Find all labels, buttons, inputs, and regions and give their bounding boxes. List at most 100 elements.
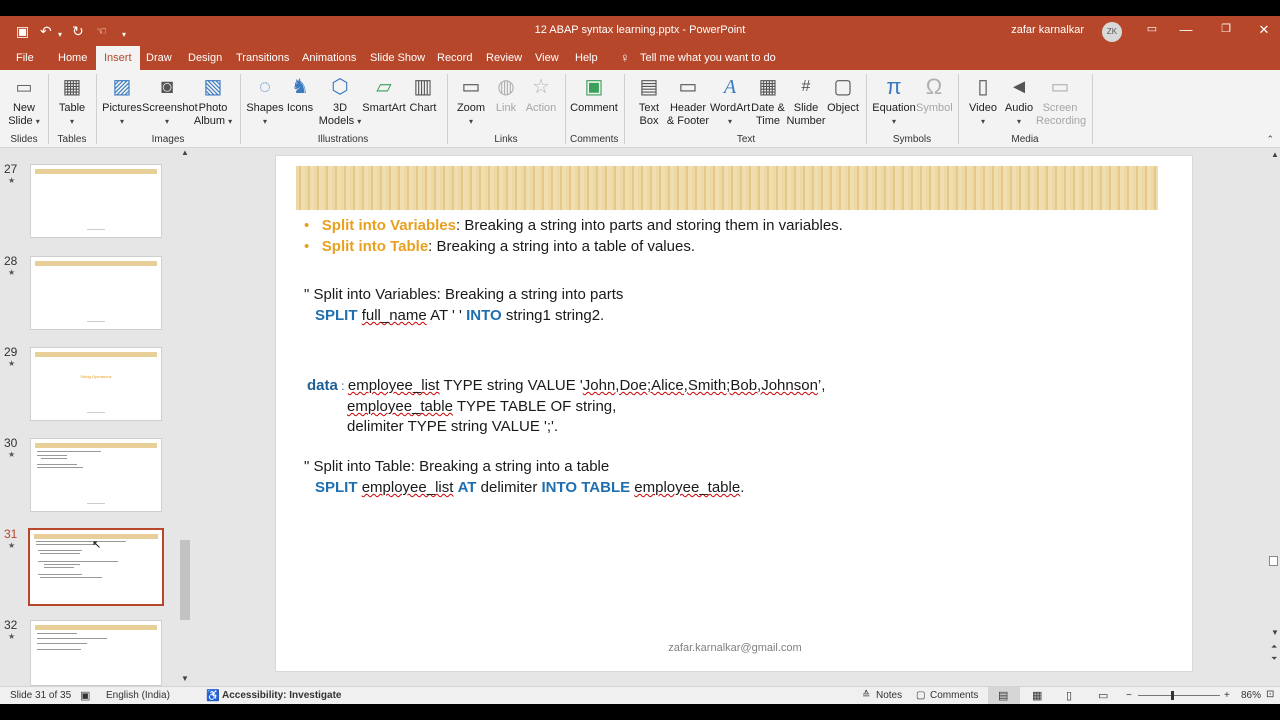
previous-slide-icon[interactable]: ⏶ xyxy=(1271,642,1277,652)
bullet-split-table[interactable]: • Split into Table: Breaking a string in… xyxy=(304,238,695,255)
tab-home[interactable]: Home xyxy=(58,52,87,64)
screenshot-icon: ◙ xyxy=(160,76,174,98)
zoom-in-icon[interactable]: + xyxy=(1224,690,1230,701)
zoom-out-icon[interactable]: − xyxy=(1126,690,1132,701)
tab-draw[interactable]: Draw xyxy=(146,52,172,64)
code-comment-1[interactable]: " Split into Variables: Breaking a strin… xyxy=(304,286,623,303)
accessibility-icon[interactable]: ♿ xyxy=(206,689,220,702)
smartart-button[interactable]: ▱ SmartArt xyxy=(362,74,406,115)
photo-album-label-2: Album xyxy=(193,115,226,127)
scroll-down-icon[interactable]: ▼ xyxy=(1271,628,1279,637)
tab-design[interactable]: Design xyxy=(188,52,222,64)
slide-footer-email[interactable]: zafar.karnalkar@gmail.com xyxy=(276,642,1194,654)
link-button[interactable]: ◍ Link xyxy=(492,74,520,115)
scroll-up-icon[interactable]: ▲ xyxy=(181,148,189,157)
thumb-number: 29 xyxy=(4,345,18,359)
slide-sorter-icon[interactable]: ▦ xyxy=(1032,689,1042,702)
bullet-split-variables[interactable]: • Split into Variables: Breaking a strin… xyxy=(304,217,843,234)
code-declaration-line-2[interactable]: employee_table TYPE TABLE OF string, xyxy=(347,398,616,415)
screen-recording-icon: ▭ xyxy=(1050,76,1070,98)
reading-view-icon[interactable]: ▯ xyxy=(1066,689,1072,702)
slide-number-button[interactable]: # Slide Number xyxy=(786,74,826,128)
slide-show-icon[interactable]: ▭ xyxy=(1098,689,1108,702)
notes-icon[interactable]: ≙ xyxy=(862,690,870,701)
code-declaration-line-3[interactable]: delimiter TYPE string VALUE ';'. xyxy=(347,418,558,435)
code-data-declaration[interactable]: data : employee_list TYPE string VALUE '… xyxy=(307,377,825,394)
comments-button[interactable]: Comments xyxy=(930,690,978,701)
tab-help[interactable]: Help xyxy=(575,52,598,64)
term-split-variables: Split into Variables xyxy=(321,217,456,234)
slide-thumbnail-30[interactable] xyxy=(30,438,162,512)
zoom-icon: ▭ xyxy=(461,76,481,98)
table-button[interactable]: ▦ Table ▾ xyxy=(54,74,90,128)
user-name[interactable]: zafar karnalkar xyxy=(1011,24,1084,36)
zoom-slider[interactable] xyxy=(1138,695,1220,696)
spell-check-icon[interactable]: ▣ xyxy=(80,689,90,702)
equation-button[interactable]: π Equation ▾ xyxy=(872,74,916,128)
language-indicator[interactable]: English (India) xyxy=(106,690,170,701)
tab-file[interactable]: File xyxy=(16,52,34,64)
screen-recording-button[interactable]: ▭ Screen Recording xyxy=(1036,74,1086,128)
video-button[interactable]: ▯ Video ▾ xyxy=(966,74,1000,128)
tab-insert[interactable]: Insert xyxy=(96,46,140,70)
3d-models-button[interactable]: ⬡ 3D Models ▾ xyxy=(318,74,362,128)
header-footer-label-1: Header xyxy=(669,102,707,114)
zoom-slider-thumb[interactable] xyxy=(1171,691,1174,700)
slide-thumbnail-32[interactable] xyxy=(30,620,162,686)
tab-slide-show[interactable]: Slide Show xyxy=(370,52,425,64)
scroll-down-icon[interactable]: ▼ xyxy=(181,674,189,683)
chart-button[interactable]: ▥ Chart xyxy=(406,74,440,115)
slide-thumbnail-29[interactable]: String Operations xyxy=(30,347,162,421)
scroll-up-icon[interactable]: ▲ xyxy=(1271,150,1279,159)
new-slide-button[interactable]: ▭ New Slide ▾ xyxy=(6,74,42,128)
slide-thumbnail-28[interactable] xyxy=(30,256,162,330)
3d-models-label-2: Models xyxy=(318,115,355,127)
ribbon-display-options-icon[interactable]: ▭ xyxy=(1142,22,1162,35)
date-time-button[interactable]: ▦ Date & Time xyxy=(750,74,786,128)
slide-thumbnail-31[interactable]: ↖ xyxy=(28,528,164,606)
code-line-split-variables[interactable]: SPLIT full_name AT ' ' INTO string1 stri… xyxy=(315,307,604,324)
pictures-button[interactable]: ▨ Pictures ▾ xyxy=(102,74,142,128)
text-box-button[interactable]: ▤ Text Box xyxy=(632,74,666,128)
code-line-split-table[interactable]: SPLIT employee_list AT delimiter INTO TA… xyxy=(315,479,744,496)
photo-album-button[interactable]: ▧ Photo Album ▾ xyxy=(192,74,234,128)
fit-to-window-icon[interactable]: ⊡ xyxy=(1266,689,1274,700)
shapes-button[interactable]: ◌ Shapes ▾ xyxy=(246,74,284,128)
slide-thumbnail-27[interactable] xyxy=(30,164,162,238)
audio-button[interactable]: ◄ Audio ▾ xyxy=(1002,74,1036,128)
close-icon[interactable]: ✕ xyxy=(1254,22,1274,38)
comments-icon[interactable]: ▢ xyxy=(916,690,925,701)
collapse-ribbon-icon[interactable]: ⌃ xyxy=(1266,134,1274,145)
avatar[interactable]: ZK xyxy=(1102,22,1122,42)
slide-header-banner xyxy=(296,166,1158,210)
scroll-thumb[interactable] xyxy=(1269,556,1278,566)
tab-view[interactable]: View xyxy=(535,52,559,64)
zoom-level[interactable]: 86% xyxy=(1241,690,1261,701)
text-box-label-1: Text xyxy=(638,102,660,114)
symbol-button[interactable]: Ω Symbol xyxy=(916,74,953,115)
action-button[interactable]: ☆ Action xyxy=(524,74,558,115)
thumbnails-scroll-thumb[interactable] xyxy=(180,540,190,620)
tab-animations[interactable]: Animations xyxy=(302,52,356,64)
zoom-button[interactable]: ▭ Zoom ▾ xyxy=(454,74,488,128)
accessibility-status[interactable]: Accessibility: Investigate xyxy=(222,690,342,701)
minimize-icon[interactable]: — xyxy=(1176,22,1196,37)
screen-bottom-bar xyxy=(0,704,1280,720)
code-comment-2[interactable]: " Split into Table: Breaking a string in… xyxy=(304,458,609,475)
comment-button[interactable]: ▣ Comment xyxy=(570,74,618,115)
header-footer-button[interactable]: ▭ Header & Footer xyxy=(666,74,710,128)
notes-button[interactable]: Notes xyxy=(876,690,902,701)
tell-me-search[interactable]: Tell me what you want to do xyxy=(640,52,776,64)
icons-button[interactable]: ♞ Icons xyxy=(284,74,316,115)
tab-transitions[interactable]: Transitions xyxy=(236,52,289,64)
restore-icon[interactable]: ❐ xyxy=(1216,22,1236,35)
screenshot-button[interactable]: ◙ Screenshot ▾ xyxy=(142,74,198,128)
tab-record[interactable]: Record xyxy=(437,52,472,64)
tab-review[interactable]: Review xyxy=(486,52,522,64)
wordart-button[interactable]: A WordArt ▾ xyxy=(710,74,750,128)
slide-scrollbar[interactable]: ▲ ▼ ⏶ ⏷ xyxy=(1268,148,1280,686)
next-slide-icon[interactable]: ⏷ xyxy=(1271,654,1277,664)
slide-number-label-1: Slide xyxy=(793,102,819,114)
slide-canvas[interactable]: • Split into Variables: Breaking a strin… xyxy=(275,155,1193,672)
object-button[interactable]: ▢ Object xyxy=(826,74,860,115)
